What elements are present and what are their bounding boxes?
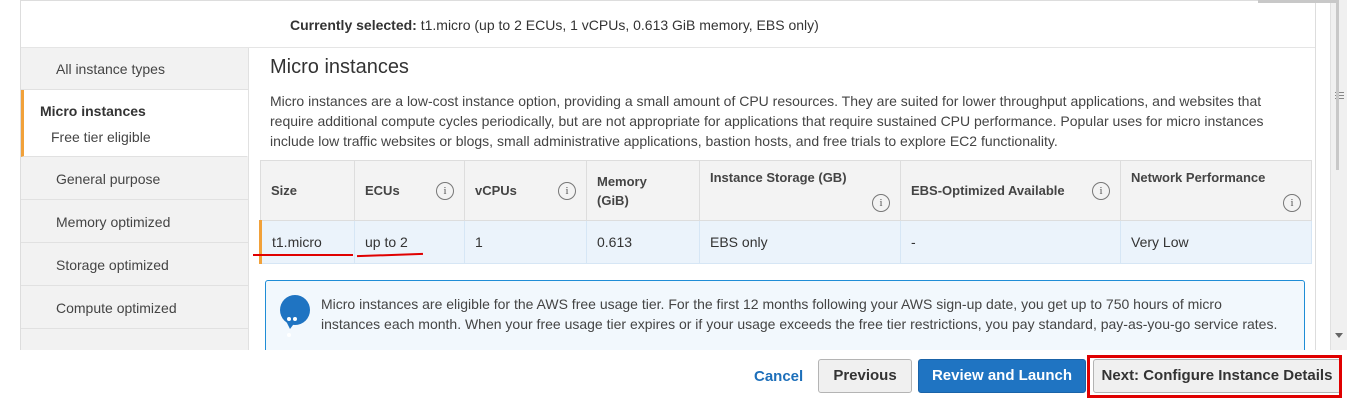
- column-header-network-performance[interactable]: Network Performance i: [1120, 160, 1312, 221]
- info-icon[interactable]: i: [436, 182, 454, 200]
- sidebar-item-label: Storage optimized: [56, 257, 169, 273]
- column-header-vcpus[interactable]: vCPUs i: [464, 160, 587, 221]
- cell-memory: 0.613: [586, 220, 700, 264]
- sidebar-item-all-instance-types[interactable]: All instance types: [21, 48, 248, 90]
- column-header-memory[interactable]: Memory (GiB): [586, 160, 700, 221]
- info-icon[interactable]: i: [1092, 182, 1110, 200]
- free-tier-label: Free tier eligible: [51, 129, 151, 145]
- info-icon[interactable]: i: [872, 194, 890, 212]
- sidebar-item-micro-instances[interactable]: Micro instances Free tier eligible: [21, 90, 248, 157]
- cell-size: t1.micro: [259, 220, 355, 264]
- table-header-row: Size ECUs i vCPUs i Memory (GiB) Instanc…: [260, 160, 1312, 221]
- chat-bubble-icon: [280, 295, 310, 337]
- sidebar-item-label: General purpose: [56, 171, 161, 187]
- sidebar-item-label: Micro instances: [40, 103, 146, 119]
- sidebar-item-general-purpose[interactable]: General purpose: [21, 158, 248, 200]
- sidebar-item-label: Compute optimized: [56, 300, 177, 316]
- cancel-link[interactable]: Cancel: [754, 368, 803, 385]
- scroll-down-arrow-icon[interactable]: [1335, 333, 1343, 338]
- free-tier-notice: Micro instances are eligible for the AWS…: [265, 280, 1305, 360]
- selected-value: t1.micro (up to 2 ECUs, 1 vCPUs, 0.613 G…: [420, 17, 819, 33]
- cell-instance-storage: EBS only: [699, 220, 901, 264]
- annotation-highlight-box: [1087, 355, 1342, 398]
- section-description: Micro instances are a low-cost instance …: [270, 93, 1264, 149]
- info-icon[interactable]: i: [1283, 194, 1301, 212]
- review-and-launch-button[interactable]: Review and Launch: [918, 359, 1086, 393]
- info-icon[interactable]: i: [558, 182, 576, 200]
- column-header-ebs-optimized[interactable]: EBS-Optimized Available i: [900, 160, 1121, 221]
- notice-text: Micro instances are eligible for the AWS…: [321, 296, 1278, 332]
- sidebar-item-memory-optimized[interactable]: Memory optimized: [21, 201, 248, 243]
- cell-vcpus: 1: [464, 220, 587, 264]
- sidebar-item-label: All instance types: [56, 61, 165, 77]
- column-header-instance-storage[interactable]: Instance Storage (GB) i: [699, 160, 901, 221]
- table-row[interactable]: t1.micro up to 2 1 0.613 EBS only - Very…: [259, 220, 1312, 264]
- cell-ecus: up to 2: [354, 220, 465, 264]
- currently-selected-line: Currently selected: t1.micro (up to 2 EC…: [290, 17, 819, 33]
- sidebar-item-label: Memory optimized: [56, 214, 171, 230]
- window-shadow: [1258, 0, 1338, 3]
- column-header-size[interactable]: Size: [260, 160, 355, 221]
- instance-table: Size ECUs i vCPUs i Memory (GiB) Instanc…: [259, 160, 1312, 264]
- sidebar-item-storage-optimized[interactable]: Storage optimized: [21, 244, 248, 286]
- annotation-underline: [253, 254, 353, 256]
- window-shadow: [1336, 0, 1339, 170]
- section-title: Micro instances: [270, 56, 409, 78]
- selected-label: Currently selected:: [290, 17, 417, 33]
- previous-button[interactable]: Previous: [818, 359, 912, 393]
- column-header-ecus[interactable]: ECUs i: [354, 160, 465, 221]
- instance-family-sidebar: All instance types Micro instances Free …: [21, 48, 249, 351]
- cell-ebs-optimized: -: [900, 220, 1121, 264]
- sidebar-item-compute-optimized[interactable]: Compute optimized: [21, 287, 248, 329]
- cell-network-performance: Very Low: [1120, 220, 1312, 264]
